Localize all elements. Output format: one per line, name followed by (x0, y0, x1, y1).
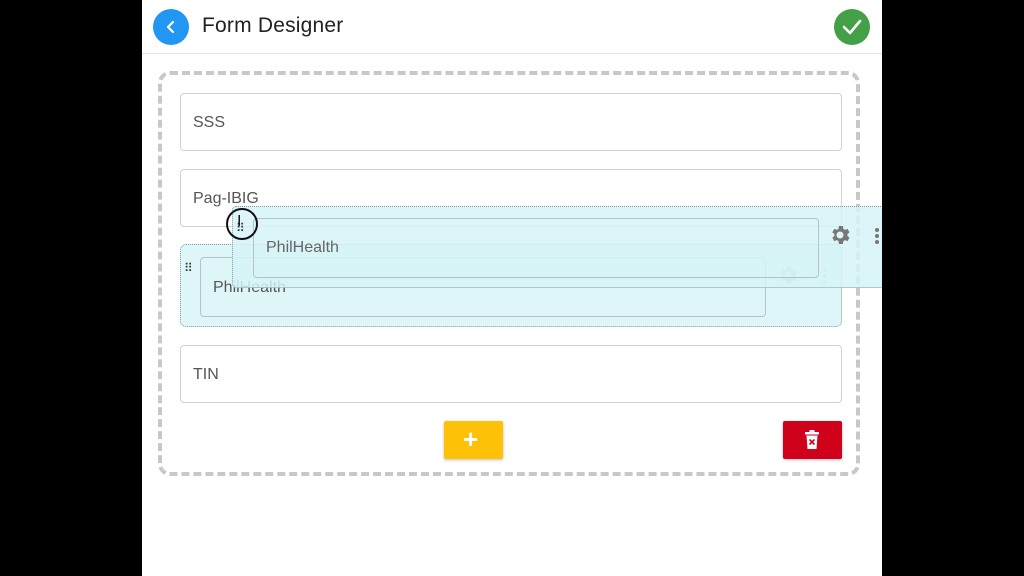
kebab-menu-icon[interactable] (874, 227, 880, 245)
gear-icon[interactable] (828, 223, 852, 247)
field-label: TIN (193, 366, 219, 383)
field-tin[interactable]: TIN (180, 345, 842, 403)
text-cursor-icon: I (237, 213, 242, 230)
confirm-button[interactable] (834, 9, 870, 45)
field-label: SSS (193, 114, 226, 131)
form-designer-app: Form Designer SSS Pag-IBIG ⠿ PhilHealth … (142, 0, 882, 576)
page-title: Form Designer (202, 14, 344, 37)
check-icon (842, 19, 862, 35)
add-field-button[interactable]: + (444, 421, 503, 459)
plus-icon: + (463, 424, 479, 454)
field-sss[interactable]: SSS (180, 93, 842, 151)
trash-icon (805, 430, 819, 449)
drag-handle-icon[interactable]: ⠿ (184, 262, 193, 274)
drag-ghost[interactable]: ⠿ PhilHealth (232, 206, 882, 288)
ghost-field: PhilHealth (253, 218, 819, 278)
touch-cursor-icon: I (226, 208, 258, 240)
chevron-left-icon (166, 20, 175, 34)
back-button[interactable] (153, 9, 189, 45)
app-header: Form Designer (142, 0, 882, 54)
delete-button[interactable] (783, 421, 842, 459)
ghost-field-label: PhilHealth (266, 239, 339, 256)
